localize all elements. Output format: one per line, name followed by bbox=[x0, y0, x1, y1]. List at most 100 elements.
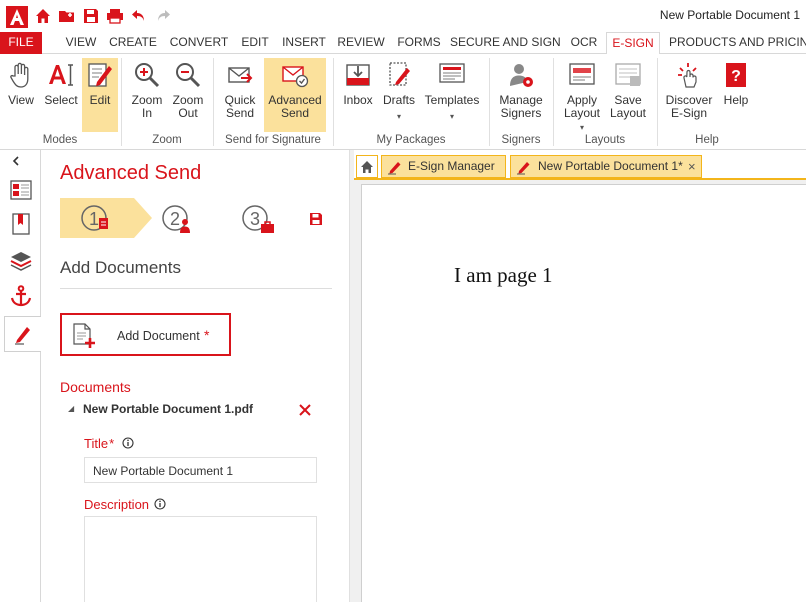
manage-signers-button[interactable]: Manage Signers bbox=[495, 58, 547, 132]
separator bbox=[333, 58, 334, 146]
save-draft-icon[interactable] bbox=[308, 211, 324, 227]
esign-manager-tab-icon bbox=[388, 162, 401, 175]
title-field[interactable]: New Portable Document 1 bbox=[84, 457, 317, 483]
pdf-page[interactable]: I am page 1 bbox=[361, 184, 806, 602]
esign-panel-tab[interactable] bbox=[4, 316, 42, 352]
save-layout-label-2: Layout bbox=[609, 106, 647, 120]
zoom-out-button[interactable]: Zoom Out bbox=[169, 58, 207, 132]
separator bbox=[213, 58, 214, 146]
description-label: Description bbox=[84, 497, 150, 512]
add-document-label: Add Document bbox=[117, 329, 200, 343]
undo-icon[interactable] bbox=[130, 7, 148, 25]
quick-send-label-2: Send bbox=[225, 106, 255, 120]
step-1-active[interactable]: 1 bbox=[60, 198, 156, 238]
section-divider bbox=[60, 288, 332, 289]
advanced-send-button[interactable]: Advanced Send bbox=[264, 58, 326, 132]
tab-view[interactable]: VIEW bbox=[62, 32, 100, 54]
save-icon[interactable] bbox=[82, 7, 100, 25]
tab-esign-manager[interactable]: E-Sign Manager bbox=[381, 155, 506, 178]
home-icon[interactable] bbox=[34, 7, 52, 25]
drafts-button[interactable]: Drafts ▾ bbox=[380, 58, 418, 132]
tab-new-portable-document[interactable]: New Portable Document 1* × bbox=[510, 155, 702, 178]
print-icon[interactable] bbox=[106, 7, 124, 25]
tab-review[interactable]: REVIEW bbox=[336, 32, 386, 54]
description-field[interactable] bbox=[84, 516, 317, 602]
step-3-number: 3 bbox=[250, 209, 260, 229]
group-label-my-packages: My Packages bbox=[376, 134, 446, 146]
tab-forms[interactable]: FORMS bbox=[394, 32, 444, 54]
document-tab-icon bbox=[517, 162, 530, 175]
esign-manager-tab-label: E-Sign Manager bbox=[408, 159, 495, 173]
tab-products-and-pricing[interactable]: PRODUCTS AND PRICING bbox=[664, 32, 806, 54]
inbox-label: Inbox bbox=[343, 93, 373, 107]
save-layout-button[interactable]: Save Layout bbox=[607, 58, 649, 132]
group-label-modes: Modes bbox=[42, 134, 78, 146]
group-label-layouts: Layouts bbox=[584, 134, 626, 146]
documents-heading: Documents bbox=[60, 379, 131, 395]
apply-layout-button[interactable]: Apply Layout ▾ bbox=[561, 58, 603, 132]
home-tab[interactable] bbox=[356, 155, 378, 178]
zoom-in-icon bbox=[132, 60, 162, 90]
view-button[interactable]: View bbox=[3, 58, 39, 132]
separator bbox=[489, 58, 490, 146]
section-title: Add Documents bbox=[60, 258, 181, 277]
help-icon: ? bbox=[721, 60, 751, 90]
text-select-icon bbox=[46, 60, 76, 90]
select-button[interactable]: Select bbox=[43, 58, 79, 132]
help-button[interactable]: ? Help bbox=[719, 58, 753, 132]
title-label: Title* bbox=[84, 436, 114, 451]
step-2-button[interactable]: 2 bbox=[161, 202, 197, 236]
hand-icon bbox=[6, 60, 36, 90]
templates-dropdown-icon[interactable]: ▾ bbox=[423, 110, 481, 123]
add-document-button[interactable]: Add Document * bbox=[60, 313, 231, 356]
select-label: Select bbox=[44, 93, 78, 107]
edit-button[interactable]: Edit bbox=[82, 58, 118, 132]
page-text: I am page 1 bbox=[454, 263, 553, 287]
templates-button[interactable]: Templates ▾ bbox=[423, 58, 481, 132]
ribbon: View Select Edit Modes Zoom In Zoom Out … bbox=[0, 54, 806, 150]
signature-pen-icon bbox=[12, 323, 34, 345]
quick-send-icon bbox=[225, 60, 255, 90]
remove-document-icon[interactable] bbox=[298, 403, 312, 417]
manage-signers-label-2: Signers bbox=[500, 106, 542, 120]
inbox-icon bbox=[343, 60, 373, 90]
discover-esign-label-2: E-Sign bbox=[670, 106, 708, 120]
tab-insert[interactable]: INSERT bbox=[280, 32, 328, 54]
pages-panel-icon[interactable] bbox=[9, 178, 33, 202]
tab-edit[interactable]: EDIT bbox=[238, 32, 272, 54]
drafts-icon bbox=[384, 60, 414, 90]
quick-send-button[interactable]: Quick Send bbox=[219, 58, 261, 132]
tab-file[interactable]: FILE bbox=[0, 32, 42, 54]
group-label-signers: Signers bbox=[501, 134, 541, 146]
inbox-button[interactable]: Inbox bbox=[339, 58, 377, 132]
tab-esign[interactable]: E-SIGN bbox=[606, 32, 660, 55]
collapse-chevron-icon[interactable] bbox=[10, 154, 22, 168]
anchor-icon[interactable] bbox=[9, 284, 33, 308]
discover-esign-button[interactable]: Discover E-Sign bbox=[663, 58, 715, 132]
tab-convert[interactable]: CONVERT bbox=[167, 32, 231, 54]
step-3-button[interactable]: 3 bbox=[241, 202, 281, 236]
zoom-in-button[interactable]: Zoom In bbox=[128, 58, 166, 132]
collapse-triangle-icon[interactable]: ◢ bbox=[68, 404, 74, 413]
left-rail bbox=[0, 150, 42, 602]
tab-ocr[interactable]: OCR bbox=[566, 32, 602, 54]
group-label-zoom: Zoom bbox=[152, 134, 182, 146]
redo-icon[interactable] bbox=[154, 7, 172, 25]
close-tab-icon[interactable]: × bbox=[688, 156, 696, 177]
tab-secure-and-sign[interactable]: SECURE AND SIGN bbox=[450, 32, 561, 54]
advanced-send-icon bbox=[280, 60, 310, 90]
title-info-icon[interactable] bbox=[122, 437, 134, 449]
description-info-icon[interactable] bbox=[154, 498, 166, 510]
discover-click-icon bbox=[674, 60, 704, 90]
apply-layout-dropdown-icon[interactable]: ▾ bbox=[561, 121, 603, 134]
tab-create[interactable]: CREATE bbox=[108, 32, 158, 54]
panel-title: Advanced Send bbox=[60, 162, 202, 184]
separator bbox=[553, 58, 554, 146]
title-required-asterisk: * bbox=[109, 436, 115, 451]
layers-panel-icon[interactable] bbox=[9, 248, 33, 272]
bookmarks-panel-icon[interactable] bbox=[9, 212, 33, 236]
zoom-out-icon bbox=[173, 60, 203, 90]
home-tab-icon bbox=[361, 161, 373, 173]
drafts-dropdown-icon[interactable]: ▾ bbox=[380, 110, 418, 123]
open-folder-icon[interactable] bbox=[58, 7, 76, 25]
